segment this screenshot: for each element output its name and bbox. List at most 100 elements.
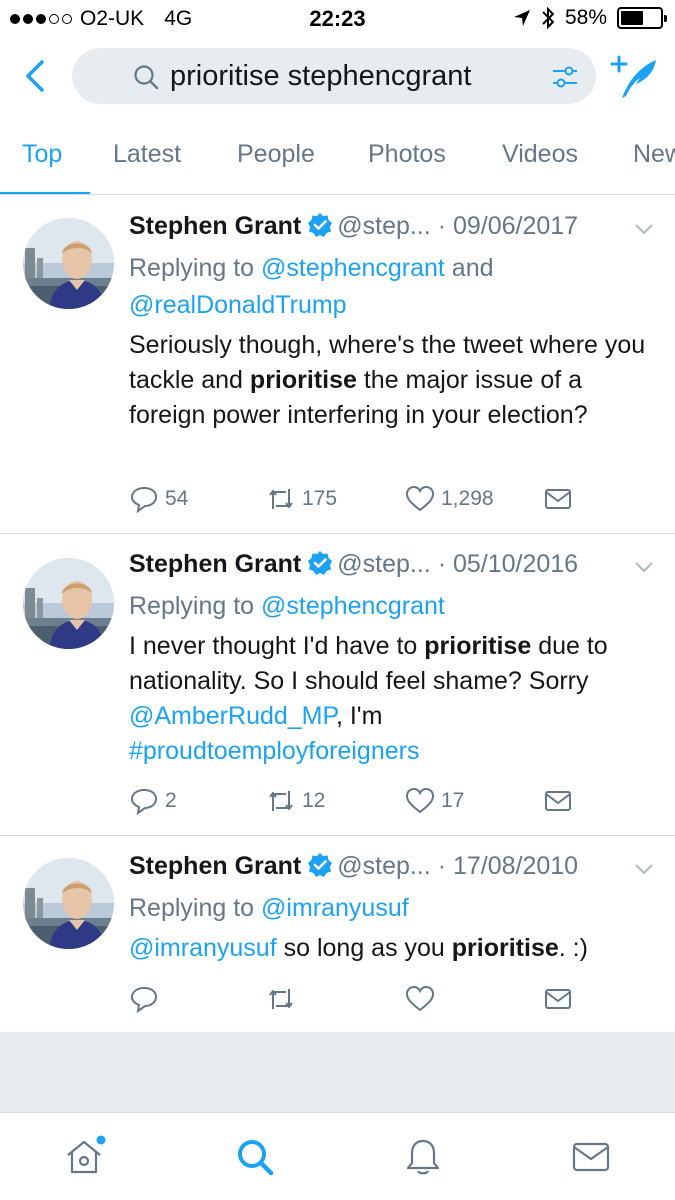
location-arrow-icon — [513, 10, 530, 26]
tweet-item[interactable]: Stephen Grant @step... · 17/08/2010 Reply… — [0, 836, 675, 1032]
author-handle: @step... — [337, 852, 431, 880]
compose-tweet-icon[interactable] — [608, 52, 660, 102]
author-name[interactable]: Stephen Grant — [129, 550, 301, 578]
reply-mention-link[interactable]: @imranyusuf — [261, 894, 409, 922]
reply-count: 2 — [165, 789, 177, 812]
search-icon[interactable] — [235, 1137, 275, 1177]
verified-badge-icon — [307, 550, 333, 576]
home-icon[interactable] — [64, 1135, 106, 1177]
timeline-end-area — [0, 1032, 675, 1112]
author-name[interactable]: Stephen Grant — [129, 852, 301, 880]
reply-button[interactable]: 54 — [129, 484, 188, 514]
reply-mention-link[interactable]: @stephencgrant — [261, 254, 445, 282]
like-count: 1,298 — [441, 487, 494, 510]
chevron-down-icon[interactable] — [633, 218, 655, 240]
avatar[interactable] — [23, 218, 114, 309]
reply-count: 54 — [165, 487, 189, 510]
tweet-text-part: , I'm — [335, 702, 383, 730]
tweet-text: Seriously though, where's the tweet wher… — [129, 328, 655, 433]
reply-mention-link[interactable]: @stephencgrant — [261, 592, 445, 620]
tweet-date: · 09/06/2017 — [437, 212, 579, 240]
search-highlight: prioritise — [249, 366, 357, 394]
like-count: 17 — [441, 789, 465, 812]
tab-people[interactable]: People — [237, 140, 315, 169]
direct-message-button[interactable] — [543, 786, 573, 816]
author-handle: @step... — [337, 212, 431, 240]
tweet-text: I never thought I'd have to prioritise d… — [129, 629, 655, 769]
tweet-date: · 05/10/2016 — [437, 550, 579, 578]
status-bar: O2-UK 4G 22:23 58% — [0, 0, 675, 38]
search-icon — [134, 65, 159, 90]
search-highlight: prioritise — [424, 632, 532, 660]
tab-videos[interactable]: Videos — [502, 140, 578, 169]
replying-prefix: Replying to — [129, 254, 262, 282]
tweet-item[interactable]: Stephen Grant @step... · 05/10/2016 Reply… — [0, 534, 675, 836]
like-button[interactable]: 1,298 — [405, 484, 494, 514]
search-query: prioritise stephencgrant — [170, 60, 472, 92]
retweet-icon — [269, 489, 293, 509]
active-tab-indicator — [0, 192, 90, 194]
retweet-count: 175 — [302, 487, 338, 510]
reply-icon — [130, 486, 158, 514]
direct-message-button[interactable] — [543, 484, 573, 514]
tweet-date: · 17/08/2010 — [437, 852, 579, 880]
retweet-count: 12 — [302, 789, 326, 812]
retweet-button[interactable]: 175 — [266, 484, 337, 514]
reply-button[interactable] — [129, 984, 165, 1014]
heart-icon — [405, 485, 435, 512]
retweet-button[interactable]: 12 — [266, 786, 325, 816]
retweet-button[interactable] — [266, 984, 302, 1014]
search-tabs: Top Latest People Photos Videos New — [0, 118, 675, 195]
envelope-icon[interactable] — [571, 1137, 611, 1177]
heart-icon — [405, 787, 435, 814]
verified-badge-icon — [307, 212, 333, 238]
reply-button[interactable]: 2 — [129, 786, 177, 816]
replying-prefix: Replying to — [129, 592, 262, 620]
search-header: prioritise stephencgrant — [0, 38, 675, 118]
like-button[interactable]: 17 — [405, 786, 464, 816]
reply-mention-link[interactable]: @realDonaldTrump — [129, 291, 347, 319]
status-right: 58% — [513, 6, 667, 30]
retweet-icon — [269, 989, 293, 1009]
tweet-text: @imranyusuf so long as you prioritise. :… — [129, 931, 655, 966]
like-button[interactable] — [405, 984, 441, 1014]
tweet-text-part: so long as you — [276, 934, 452, 962]
avatar[interactable] — [23, 558, 114, 649]
reply-icon — [130, 986, 158, 1014]
verified-badge-icon — [307, 852, 333, 878]
hashtag-link[interactable]: #proudtoemployforeigners — [129, 737, 419, 765]
chevron-down-icon[interactable] — [633, 556, 655, 578]
author-name[interactable]: Stephen Grant — [129, 212, 301, 240]
battery-icon — [617, 7, 667, 29]
tab-news[interactable]: New — [633, 140, 675, 169]
tab-photos[interactable]: Photos — [368, 140, 446, 169]
tweet-text-part: I never thought I'd have to — [129, 632, 425, 660]
chevron-down-icon[interactable] — [633, 858, 655, 880]
tweet-item[interactable]: Stephen Grant @step... · 09/06/2017 Reply… — [0, 196, 675, 534]
direct-message-button[interactable] — [543, 984, 573, 1014]
reply-icon — [130, 788, 158, 816]
replying-to-line: Replying to @stephencgrant — [129, 588, 655, 625]
tweet-text-part: . :) — [558, 934, 588, 962]
chevron-left-icon[interactable] — [18, 54, 54, 98]
search-highlight: prioritise — [451, 934, 559, 962]
replying-to-line: Replying to @stephencgrant and @realDona… — [129, 250, 655, 324]
mention-link[interactable]: @AmberRudd_MP — [129, 702, 336, 730]
envelope-icon — [545, 989, 571, 1009]
author-handle: @step... — [337, 550, 431, 578]
retweet-icon — [269, 791, 293, 811]
tab-latest[interactable]: Latest — [113, 140, 181, 169]
replying-to-line: Replying to @imranyusuf — [129, 890, 655, 927]
filter-icon[interactable] — [550, 62, 580, 92]
envelope-icon — [545, 489, 571, 509]
bottom-navigation — [0, 1112, 675, 1200]
envelope-icon — [545, 791, 571, 811]
avatar[interactable] — [23, 858, 114, 949]
replying-prefix: Replying to — [129, 894, 262, 922]
bell-icon[interactable] — [403, 1137, 443, 1177]
mention-link[interactable]: @imranyusuf — [129, 934, 277, 962]
search-input[interactable]: prioritise stephencgrant — [72, 48, 596, 104]
battery-percent: 58% — [564, 6, 607, 29]
heart-icon — [405, 985, 435, 1012]
tab-top[interactable]: Top — [22, 140, 62, 169]
